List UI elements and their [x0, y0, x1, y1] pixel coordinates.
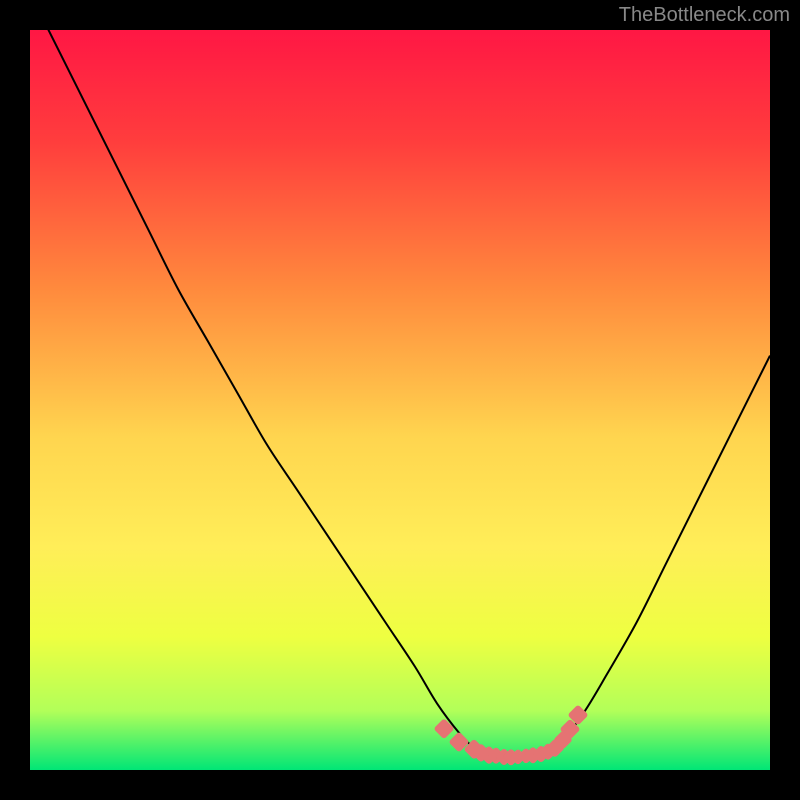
- plot-area: [30, 30, 770, 770]
- bottleneck-curve: [30, 30, 770, 757]
- watermark-text: TheBottleneck.com: [619, 4, 790, 27]
- curve-layer: [30, 30, 770, 770]
